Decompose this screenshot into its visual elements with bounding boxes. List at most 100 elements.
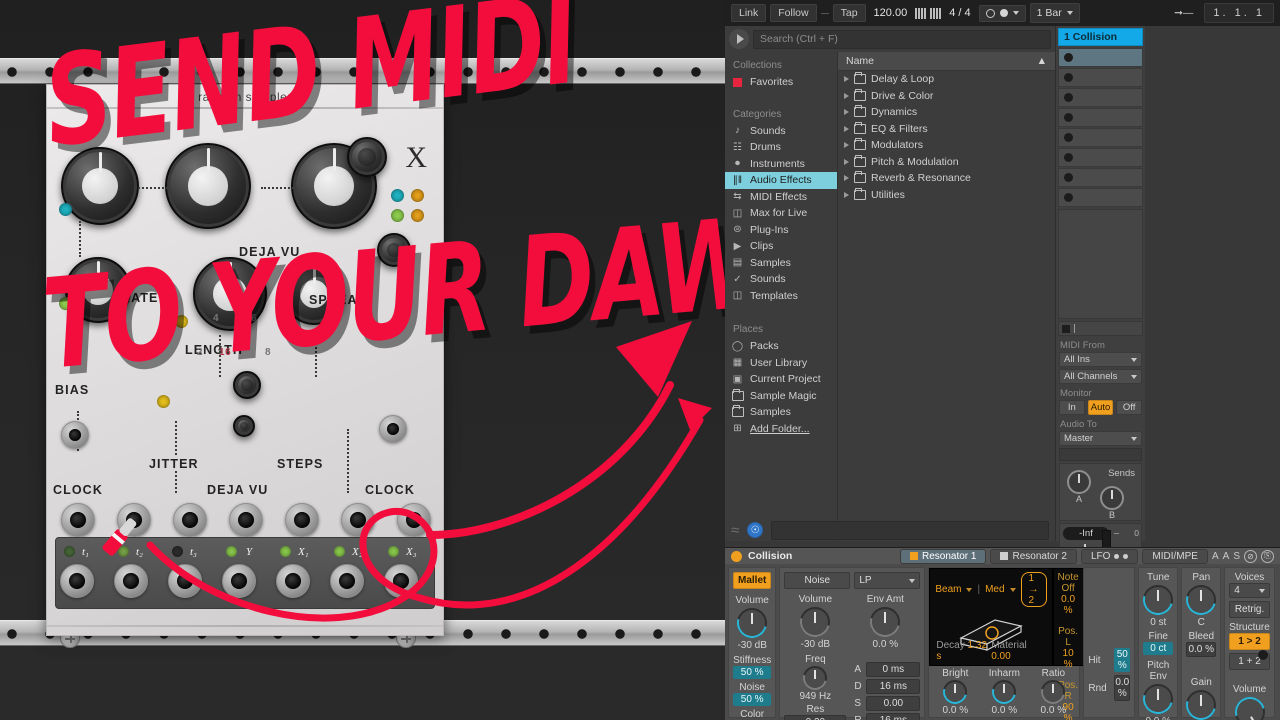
sidebar-item-midi-effects[interactable]: ⇆ MIDI Effects (725, 189, 837, 206)
list-item[interactable]: Pitch & Modulation (838, 154, 1055, 171)
chevron-right-icon[interactable] (844, 109, 849, 116)
sustain-icon[interactable]: S (1233, 551, 1240, 562)
mallet-noise-value[interactable]: 50 % (733, 693, 772, 706)
clip-record-icon[interactable] (1064, 113, 1073, 122)
list-item[interactable]: Delay & Loop (838, 71, 1055, 88)
jack-length-cv[interactable] (341, 503, 375, 537)
list-item[interactable]: Dynamics (838, 104, 1055, 121)
chevron-down-icon[interactable] (909, 578, 916, 583)
sidebar-item-sounds[interactable]: ♪ Sounds (725, 123, 837, 140)
bright-knob[interactable] (938, 675, 972, 709)
browser-name-column-header[interactable]: Name ▲ (838, 52, 1055, 71)
noise-freq-knob[interactable] (798, 661, 832, 695)
stop-clip-slot[interactable] (1058, 321, 1143, 336)
knob-t-mode[interactable] (233, 415, 255, 437)
clip-slot[interactable] (1058, 48, 1143, 67)
tap-tempo-button[interactable]: Tap (832, 3, 866, 23)
clip-slot[interactable] (1058, 148, 1143, 167)
pitch-env-knob[interactable] (1137, 678, 1179, 720)
jack-jitter-cv[interactable] (173, 503, 207, 537)
list-item[interactable]: Reverb & Resonance (838, 170, 1055, 187)
clip-record-icon[interactable] (1064, 73, 1073, 82)
material-value[interactable]: 0.00 (991, 651, 1010, 662)
clip-slot-empty-area[interactable] (1058, 209, 1143, 319)
clip-slot[interactable] (1058, 88, 1143, 107)
follow-button[interactable]: Follow (770, 3, 817, 23)
quantization-dropdown[interactable]: 1 Bar (1029, 3, 1080, 23)
list-item[interactable]: EQ & Filters (838, 121, 1055, 138)
tempo-value[interactable]: 120.00 (870, 7, 912, 19)
send-a-knob[interactable]: A (1067, 470, 1091, 504)
retrigger-button[interactable]: Retrig. (1229, 601, 1270, 618)
structure-serial-button[interactable]: 1 > 2 (1229, 633, 1270, 650)
jack-steps-cv[interactable] (379, 415, 407, 443)
monitor-in-button[interactable]: In (1059, 400, 1085, 415)
clip-slot[interactable] (1058, 168, 1143, 187)
clip-record-icon[interactable] (1064, 173, 1073, 182)
sidebar-item-favorites[interactable]: Favorites (725, 74, 837, 91)
resonator-2-enable-icon[interactable] (1000, 552, 1009, 560)
noise-env-amt-knob[interactable] (864, 601, 906, 643)
chevron-right-icon[interactable] (844, 191, 849, 198)
clip-record-icon[interactable] (1064, 193, 1073, 202)
audio-to-dropdown[interactable]: Master (1059, 431, 1142, 446)
sidebar-item-packs[interactable]: ◯ Packs (725, 338, 837, 355)
save-icon[interactable]: ⎘ (1261, 549, 1274, 563)
hit-value[interactable]: 50 % (1114, 648, 1131, 672)
tab-lfo[interactable]: LFO (1080, 548, 1139, 564)
ratio-knob[interactable] (1036, 675, 1070, 709)
tempo-nudge-up-icon[interactable] (930, 7, 942, 19)
chevron-down-icon[interactable] (1131, 374, 1137, 379)
env-decay-value[interactable]: 16 ms (866, 679, 921, 694)
chevron-right-icon[interactable] (844, 142, 849, 149)
punch-in-icon[interactable]: ➞— (1167, 5, 1200, 22)
fine-value[interactable]: 0 ct (1143, 642, 1174, 655)
jack-out-x1[interactable] (276, 564, 310, 598)
tab-resonator-1[interactable]: Resonator 1 (900, 548, 987, 564)
jack-clock-in[interactable] (61, 503, 95, 537)
resonator-1-enable-icon[interactable] (910, 552, 918, 560)
inharm-knob[interactable] (987, 675, 1021, 709)
midi-channel-dropdown[interactable]: All Channels (1059, 369, 1142, 384)
resonator-quality[interactable]: Med (985, 584, 1004, 595)
sidebar-item-grooves[interactable]: ✓ Sounds (725, 271, 837, 288)
sidebar-item-samples[interactable]: ▤ Samples (725, 255, 837, 272)
clip-slot[interactable] (1058, 188, 1143, 207)
sidebar-item-user-library[interactable]: ▦ User Library (725, 355, 837, 372)
mallet-volume-knob[interactable] (731, 602, 773, 644)
time-signature[interactable]: 4 / 4 (945, 7, 974, 19)
clip-slot[interactable] (1058, 128, 1143, 147)
sidebar-item-templates[interactable]: ◫ Templates (725, 288, 837, 305)
circle-slash-icon[interactable]: ⊘ (1244, 549, 1257, 563)
jack-out-y[interactable] (222, 564, 256, 598)
jack-deja-vu-cv[interactable] (229, 503, 263, 537)
stop-icon[interactable] (1062, 324, 1070, 333)
tune-knob[interactable] (1137, 579, 1179, 621)
chevron-down-icon[interactable] (966, 587, 973, 592)
voices-dropdown[interactable]: 4 (1229, 583, 1270, 598)
chevron-down-icon[interactable] (1012, 11, 1019, 15)
env-attack-value[interactable]: 0 ms (866, 662, 921, 677)
noise-volume-knob[interactable] (794, 601, 836, 643)
jack-out-t3[interactable] (168, 564, 202, 598)
resonator-link-badge[interactable]: 1 → 2 (1020, 572, 1047, 607)
chevron-down-icon[interactable] (1258, 589, 1265, 593)
device-volume-knob[interactable] (1229, 691, 1271, 720)
jack-rate-cv[interactable] (117, 503, 151, 537)
pos-l-value[interactable]: 10 % (1058, 648, 1079, 670)
browser-preview-button[interactable] (729, 29, 749, 49)
link-button[interactable]: Link (731, 3, 767, 23)
jack-out-t2[interactable] (114, 564, 148, 598)
track-name[interactable]: 1 Collision (1058, 28, 1143, 46)
env-sustain-value[interactable]: 0.00 (866, 696, 921, 711)
chevron-down-icon[interactable] (1066, 11, 1073, 15)
list-item[interactable]: Utilities (838, 187, 1055, 204)
monitor-auto-button[interactable]: Auto (1087, 400, 1114, 415)
chevron-down-icon[interactable] (1131, 436, 1137, 441)
sidebar-item-add-folder[interactable]: ⊞ Add Folder... (725, 421, 837, 438)
clip-slot[interactable] (1058, 108, 1143, 127)
chevron-down-icon[interactable] (1131, 357, 1137, 362)
sidebar-item-clips[interactable]: ▶ Clips (725, 238, 837, 255)
metronome-control[interactable] (978, 4, 1026, 22)
song-position[interactable]: 1. 1. 1 (1204, 3, 1274, 23)
